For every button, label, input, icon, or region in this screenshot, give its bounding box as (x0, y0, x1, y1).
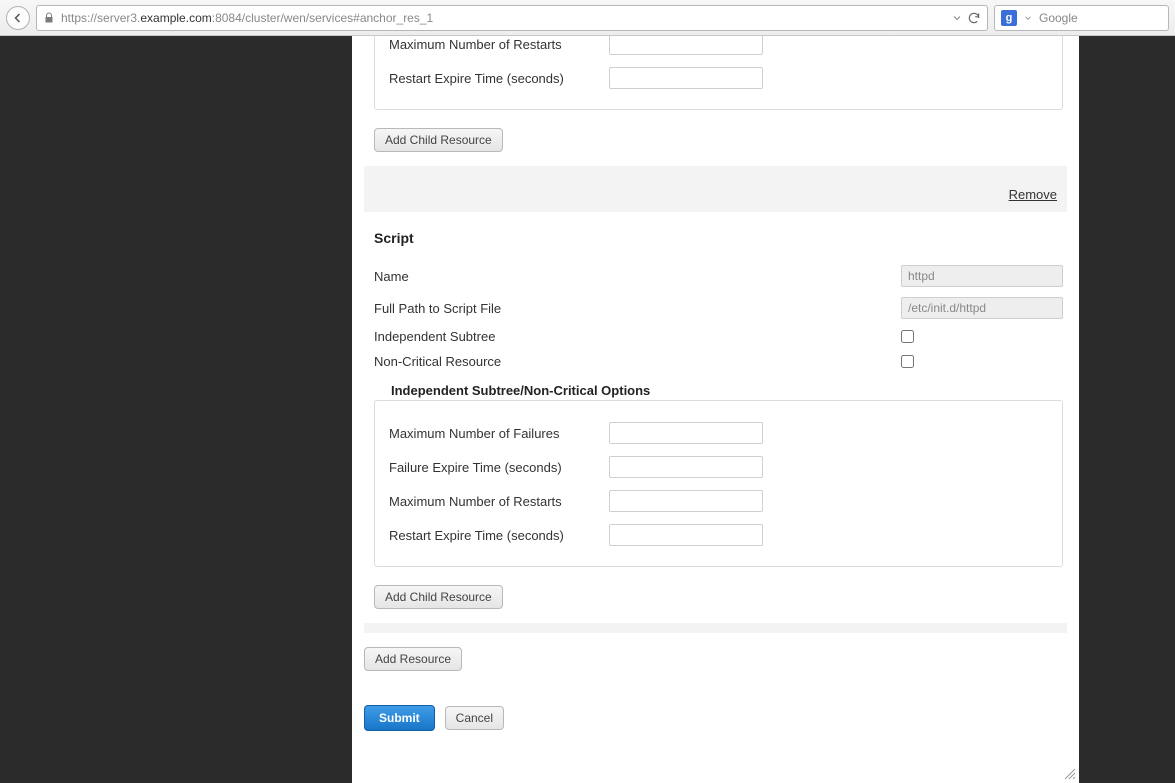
form-row: Non-Critical Resource (374, 349, 1063, 374)
lock-icon (43, 12, 55, 24)
subtree-options-fieldset: Independent Subtree/Non-Critical Options… (374, 400, 1063, 567)
url-bar-actions (951, 11, 981, 25)
option-label: Restart Expire Time (seconds) (389, 71, 609, 86)
remove-link[interactable]: Remove (1009, 187, 1057, 202)
field-label: Non-Critical Resource (374, 354, 901, 369)
restart-expire-input[interactable] (609, 67, 763, 89)
dropdown-icon[interactable] (951, 12, 963, 24)
restart-expire-input-2[interactable] (609, 524, 763, 546)
url-bar[interactable]: https://server3.example.com:8084/cluster… (36, 5, 988, 31)
url-host: example.com (140, 11, 211, 25)
form-row: Name (374, 260, 1063, 292)
script-path-input[interactable] (901, 297, 1063, 319)
chevron-down-icon (1023, 13, 1033, 23)
option-row: Failure Expire Time (seconds) (389, 450, 1048, 484)
option-row: Maximum Number of Restarts (389, 484, 1048, 518)
cancel-button[interactable]: Cancel (445, 706, 504, 730)
option-row: Maximum Number of Restarts (389, 36, 1048, 61)
option-label: Maximum Number of Restarts (389, 494, 609, 509)
failure-expire-input[interactable] (609, 456, 763, 478)
script-name-input[interactable] (901, 265, 1063, 287)
url-text: https://server3.example.com:8084/cluster… (61, 11, 945, 25)
field-label: Full Path to Script File (374, 301, 901, 316)
option-label: Maximum Number of Failures (389, 426, 609, 441)
section-divider (364, 623, 1067, 633)
resize-handle-icon[interactable] (1063, 767, 1077, 781)
resource-header-bar: Remove (364, 166, 1067, 212)
search-engine-badge: g (1001, 10, 1017, 26)
option-label: Failure Expire Time (seconds) (389, 460, 609, 475)
max-failures-input[interactable] (609, 422, 763, 444)
option-row: Restart Expire Time (seconds) (389, 518, 1048, 552)
browser-toolbar: https://server3.example.com:8084/cluster… (0, 0, 1175, 36)
field-label: Independent Subtree (374, 329, 901, 344)
add-child-resource-button-2[interactable]: Add Child Resource (374, 585, 503, 609)
add-child-resource-button[interactable]: Add Child Resource (374, 128, 503, 152)
max-restarts-input[interactable] (609, 36, 763, 55)
option-row: Restart Expire Time (seconds) (389, 61, 1048, 95)
max-restarts-input-2[interactable] (609, 490, 763, 512)
field-label: Name (374, 269, 901, 284)
back-button[interactable] (6, 6, 30, 30)
subtree-options-legend: Independent Subtree/Non-Critical Options (389, 383, 652, 398)
upper-options-fieldset: Maximum Number of Restarts Restart Expir… (374, 36, 1063, 110)
page-content: Maximum Number of Restarts Restart Expir… (352, 36, 1079, 783)
script-section-title: Script (374, 230, 1063, 246)
submit-button[interactable]: Submit (364, 705, 435, 731)
search-placeholder: Google (1039, 11, 1078, 25)
viewport-background: Maximum Number of Restarts Restart Expir… (0, 36, 1175, 783)
form-footer: Submit Cancel (364, 705, 1067, 731)
non-critical-checkbox[interactable] (901, 355, 914, 368)
reload-icon[interactable] (967, 11, 981, 25)
form-row: Full Path to Script File (374, 292, 1063, 324)
search-box[interactable]: g Google (994, 5, 1169, 31)
arrow-left-icon (12, 12, 24, 24)
option-row: Maximum Number of Failures (389, 416, 1048, 450)
url-suffix: :8084/cluster/wen/services#anchor_res_1 (212, 11, 433, 25)
url-prefix: https://server3. (61, 11, 140, 25)
independent-subtree-checkbox[interactable] (901, 330, 914, 343)
add-resource-button[interactable]: Add Resource (364, 647, 462, 671)
form-row: Independent Subtree (374, 324, 1063, 349)
option-label: Maximum Number of Restarts (389, 37, 609, 52)
option-label: Restart Expire Time (seconds) (389, 528, 609, 543)
